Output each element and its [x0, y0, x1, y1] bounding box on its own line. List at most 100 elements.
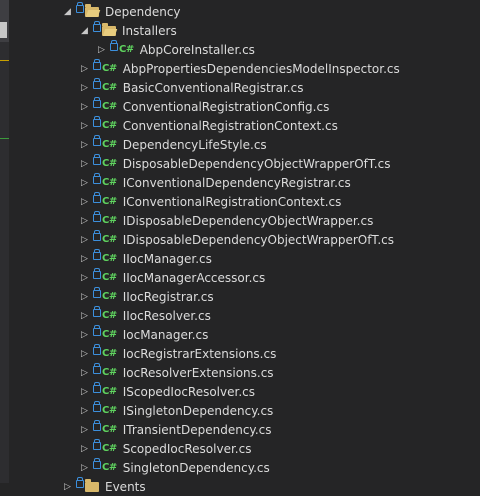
folder-label: Events	[105, 479, 146, 494]
file-label: IDisposableDependencyObjectWrapper.cs	[122, 213, 374, 228]
tree-node-file[interactable]: ▷ C# ConventionalRegistrationContext.cs	[0, 115, 480, 135]
lock-icon	[93, 58, 101, 70]
file-label: IIocResolver.cs	[122, 308, 211, 323]
collapsed-arrow-icon[interactable]: ▷	[80, 178, 89, 188]
lock-icon	[93, 381, 101, 393]
lock-icon	[93, 77, 101, 89]
collapsed-arrow-icon[interactable]: ▷	[80, 368, 89, 378]
lock-icon	[93, 229, 101, 241]
collapsed-arrow-icon[interactable]: ▷	[80, 463, 89, 473]
lock-icon	[93, 115, 101, 127]
tree-node-file[interactable]: ▷ C# IIocResolver.cs	[0, 305, 480, 325]
csharp-file-icon: C#	[102, 424, 117, 435]
file-label: IConventionalDependencyRegistrar.cs	[122, 175, 351, 190]
file-label: SingletonDependency.cs	[122, 460, 270, 475]
collapsed-arrow-icon[interactable]: ▷	[80, 444, 89, 454]
collapsed-arrow-icon[interactable]: ▷	[80, 273, 89, 283]
expanded-arrow-icon[interactable]: ◢	[63, 7, 72, 17]
collapsed-arrow-icon[interactable]: ▷	[80, 197, 89, 207]
file-label: IIocManager.cs	[122, 251, 212, 266]
tree-node-file[interactable]: ▷ C# ConventionalRegistrationConfig.cs	[0, 96, 480, 116]
collapsed-arrow-icon[interactable]: ▷	[80, 159, 89, 169]
folder-icon	[85, 478, 99, 492]
lock-icon	[93, 343, 101, 355]
tree-node-dependency-folder[interactable]: ◢ Dependency	[0, 1, 480, 21]
tree-node-file[interactable]: ▷ C# DisposableDependencyObjectWrapperOfT.…	[0, 153, 480, 173]
tree-node-file[interactable]: ▷ C# IIocRegistrar.cs	[0, 286, 480, 306]
csharp-file-icon: C#	[102, 405, 117, 416]
lock-icon	[93, 191, 101, 203]
tree-node-file[interactable]: ▷ C# DependencyLifeStyle.cs	[0, 134, 480, 154]
collapsed-arrow-icon[interactable]: ▷	[80, 235, 89, 245]
tree-node-file[interactable]: ▷ C# IIocManagerAccessor.cs	[0, 267, 480, 287]
collapsed-arrow-icon[interactable]: ▷	[80, 254, 89, 264]
csharp-file-icon: C#	[102, 139, 117, 150]
file-label: AbpPropertiesDependenciesModelInspector.…	[122, 61, 400, 76]
csharp-file-icon: C#	[102, 462, 117, 473]
lock-icon	[93, 210, 101, 222]
tree-node-file[interactable]: ▷ C# IIocManager.cs	[0, 248, 480, 268]
file-label: IIocManagerAccessor.cs	[122, 270, 266, 285]
collapsed-arrow-icon[interactable]: ▷	[97, 45, 106, 55]
tree-node-installer-file[interactable]: ▷ C# AbpCoreInstaller.cs	[0, 39, 480, 59]
tree-node-file[interactable]: ▷ C# AbpPropertiesDependenciesModelInspect…	[0, 58, 480, 78]
lock-icon	[93, 267, 101, 279]
csharp-file-icon: C#	[102, 310, 117, 321]
csharp-file-icon: C#	[102, 348, 117, 359]
tree-node-file[interactable]: ▷ C# IConventionalRegistrationContext.cs	[0, 191, 480, 211]
tree-node-file[interactable]: ▷ C# IConventionalDependencyRegistrar.cs	[0, 172, 480, 192]
tree-node-file[interactable]: ▷ C# IScopedIocResolver.cs	[0, 381, 480, 401]
tree-node-file[interactable]: ▷ C# IDisposableDependencyObjectWrapper.cs	[0, 210, 480, 230]
tree-node-file[interactable]: ▷ C# ScopedIocResolver.cs	[0, 438, 480, 458]
tree-node-file[interactable]: ▷ C# BasicConventionalRegistrar.cs	[0, 77, 480, 97]
tree-node-file[interactable]: ▷ C# IDisposableDependencyObjectWrapperOfT…	[0, 229, 480, 249]
csharp-file-icon: C#	[102, 253, 117, 264]
file-label: IIocRegistrar.cs	[122, 289, 214, 304]
file-label: IDisposableDependencyObjectWrapperOfT.cs	[122, 232, 395, 247]
tree-node-file[interactable]: ▷ C# IocResolverExtensions.cs	[0, 362, 480, 382]
collapsed-arrow-icon[interactable]: ▷	[63, 482, 72, 492]
lock-icon	[93, 324, 101, 336]
csharp-file-icon: C#	[102, 234, 117, 245]
collapsed-arrow-icon[interactable]: ▷	[80, 425, 89, 435]
lock-icon	[93, 134, 101, 146]
collapsed-arrow-icon[interactable]: ▷	[80, 311, 89, 321]
tree-node-file[interactable]: ▷ C# ITransientDependency.cs	[0, 419, 480, 439]
tree-node-file[interactable]: ▷ C# ISingletonDependency.cs	[0, 400, 480, 420]
collapsed-arrow-icon[interactable]: ▷	[80, 102, 89, 112]
tree-node-file[interactable]: ▷ C# SingletonDependency.cs	[0, 457, 480, 477]
folder-open-icon	[85, 3, 99, 17]
file-label: IConventionalRegistrationContext.cs	[122, 194, 342, 209]
lock-icon	[93, 153, 101, 165]
csharp-file-icon: C#	[102, 120, 117, 131]
csharp-file-icon: C#	[102, 329, 117, 340]
collapsed-arrow-icon[interactable]: ▷	[80, 387, 89, 397]
folder-label: Installers	[122, 23, 177, 38]
lock-icon	[93, 305, 101, 317]
collapsed-arrow-icon[interactable]: ▷	[80, 64, 89, 74]
lock-icon	[93, 419, 101, 431]
collapsed-arrow-icon[interactable]: ▷	[80, 140, 89, 150]
file-label: AbpCoreInstaller.cs	[139, 42, 255, 57]
lock-icon	[93, 248, 101, 260]
csharp-file-icon: C#	[102, 196, 117, 207]
tree-node-file[interactable]: ▷ C# IocManager.cs	[0, 324, 480, 344]
folder-label: Dependency	[105, 4, 181, 19]
collapsed-arrow-icon[interactable]: ▷	[80, 349, 89, 359]
collapsed-arrow-icon[interactable]: ▷	[80, 83, 89, 93]
csharp-file-icon: C#	[102, 272, 117, 283]
tree-node-installers-folder[interactable]: ◢ Installers	[0, 20, 480, 40]
file-label: DependencyLifeStyle.cs	[122, 137, 267, 152]
tree-node-file[interactable]: ▷ C# IocRegistrarExtensions.cs	[0, 343, 480, 363]
csharp-file-icon: C#	[102, 158, 117, 169]
file-label: IScopedIocResolver.cs	[122, 384, 255, 399]
expanded-arrow-icon[interactable]: ◢	[80, 26, 89, 36]
collapsed-arrow-icon[interactable]: ▷	[80, 406, 89, 416]
collapsed-arrow-icon[interactable]: ▷	[80, 330, 89, 340]
collapsed-arrow-icon[interactable]: ▷	[80, 121, 89, 131]
lock-icon	[76, 476, 84, 488]
collapsed-arrow-icon[interactable]: ▷	[80, 216, 89, 226]
collapsed-arrow-icon[interactable]: ▷	[80, 292, 89, 302]
tree-node-next-folder[interactable]: ▷ Events	[0, 476, 480, 496]
lock-icon	[110, 39, 118, 51]
